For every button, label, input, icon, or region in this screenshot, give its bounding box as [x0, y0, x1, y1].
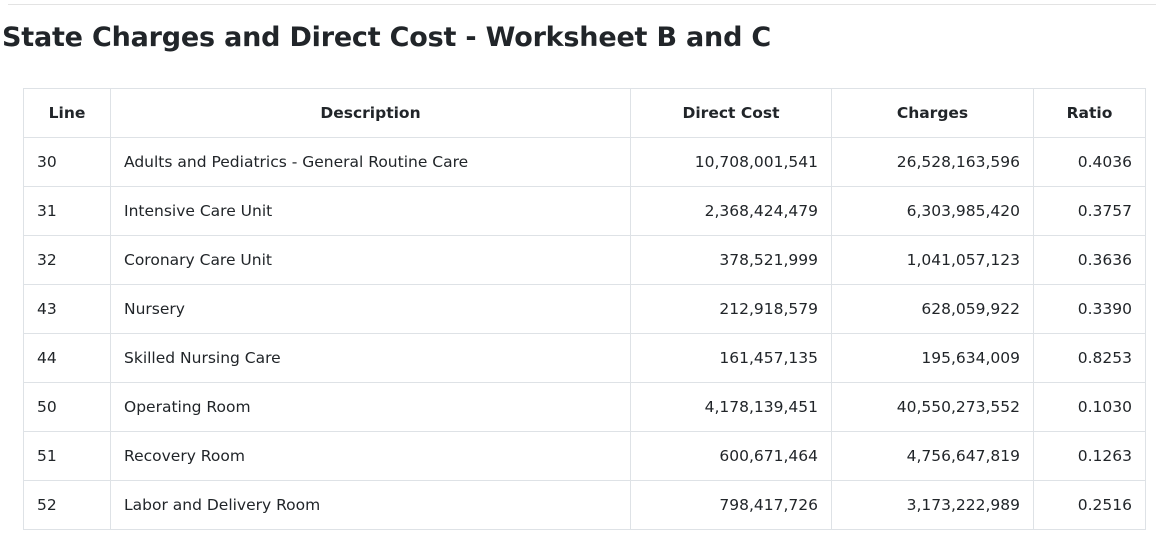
column-header-ratio: Ratio — [1033, 88, 1146, 138]
table-row: 31 Intensive Care Unit 2,368,424,479 6,3… — [23, 186, 1146, 236]
cell-line: 44 — [23, 333, 111, 383]
cell-description: Nursery — [110, 284, 631, 334]
cell-charges: 1,041,057,123 — [831, 235, 1034, 285]
cell-line: 51 — [23, 431, 111, 481]
column-header-direct-cost: Direct Cost — [630, 88, 832, 138]
cost-charges-table: Line Description Direct Cost Charges Rat… — [23, 88, 1146, 530]
cell-description: Coronary Care Unit — [110, 235, 631, 285]
cell-direct-cost: 798,417,726 — [630, 480, 832, 530]
cell-line: 50 — [23, 382, 111, 432]
table-row: 50 Operating Room 4,178,139,451 40,550,2… — [23, 382, 1146, 432]
table-row: 44 Skilled Nursing Care 161,457,135 195,… — [23, 333, 1146, 383]
cell-line: 43 — [23, 284, 111, 334]
cell-line: 32 — [23, 235, 111, 285]
cell-direct-cost: 212,918,579 — [630, 284, 832, 334]
cell-charges: 6,303,985,420 — [831, 186, 1034, 236]
cell-description: Adults and Pediatrics - General Routine … — [110, 137, 631, 187]
cell-description: Recovery Room — [110, 431, 631, 481]
cell-direct-cost: 4,178,139,451 — [630, 382, 832, 432]
cell-ratio: 0.3390 — [1033, 284, 1146, 334]
cell-ratio: 0.1030 — [1033, 382, 1146, 432]
cell-direct-cost: 2,368,424,479 — [630, 186, 832, 236]
cell-line: 30 — [23, 137, 111, 187]
top-divider — [8, 4, 1156, 5]
cell-description: Skilled Nursing Care — [110, 333, 631, 383]
column-header-description: Description — [110, 88, 631, 138]
cell-description: Labor and Delivery Room — [110, 480, 631, 530]
cell-charges: 628,059,922 — [831, 284, 1034, 334]
table-row: 30 Adults and Pediatrics - General Routi… — [23, 137, 1146, 187]
cell-charges: 40,550,273,552 — [831, 382, 1034, 432]
cell-charges: 3,173,222,989 — [831, 480, 1034, 530]
table-row: 51 Recovery Room 600,671,464 4,756,647,8… — [23, 431, 1146, 481]
cell-ratio: 0.3636 — [1033, 235, 1146, 285]
cell-direct-cost: 378,521,999 — [630, 235, 832, 285]
cell-ratio: 0.3757 — [1033, 186, 1146, 236]
cell-direct-cost: 10,708,001,541 — [630, 137, 832, 187]
cell-line: 31 — [23, 186, 111, 236]
cell-ratio: 0.2516 — [1033, 480, 1146, 530]
cell-description: Intensive Care Unit — [110, 186, 631, 236]
cell-ratio: 0.8253 — [1033, 333, 1146, 383]
cell-direct-cost: 600,671,464 — [630, 431, 832, 481]
cell-charges: 195,634,009 — [831, 333, 1034, 383]
cell-charges: 4,756,647,819 — [831, 431, 1034, 481]
cell-ratio: 0.1263 — [1033, 431, 1146, 481]
column-header-line: Line — [23, 88, 111, 138]
cell-ratio: 0.4036 — [1033, 137, 1146, 187]
cell-direct-cost: 161,457,135 — [630, 333, 832, 383]
page-title: State Charges and Direct Cost - Workshee… — [2, 22, 772, 53]
table-row: 43 Nursery 212,918,579 628,059,922 0.339… — [23, 284, 1146, 334]
cell-charges: 26,528,163,596 — [831, 137, 1034, 187]
table-header-row: Line Description Direct Cost Charges Rat… — [23, 88, 1146, 138]
cell-line: 52 — [23, 480, 111, 530]
column-header-charges: Charges — [831, 88, 1034, 138]
table-row: 52 Labor and Delivery Room 798,417,726 3… — [23, 480, 1146, 530]
cell-description: Operating Room — [110, 382, 631, 432]
table-row: 32 Coronary Care Unit 378,521,999 1,041,… — [23, 235, 1146, 285]
